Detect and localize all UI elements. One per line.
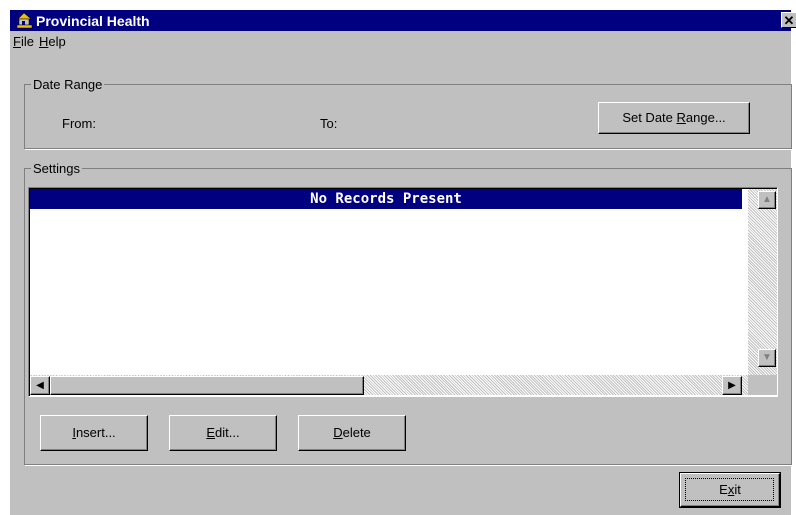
- settings-list-body: No Records Present ▲ ▼ ◀ ▶: [29, 188, 777, 396]
- to-label: To:: [320, 116, 338, 131]
- delete-button[interactable]: Delete: [298, 415, 406, 451]
- menu-help[interactable]: Help: [39, 34, 66, 49]
- delete-label: elete: [342, 425, 371, 440]
- settings-group-label: Settings: [31, 161, 82, 176]
- edit-button[interactable]: Edit...: [169, 415, 277, 451]
- window-title: Provincial Health: [36, 13, 150, 29]
- scrollbar-corner: [748, 375, 777, 395]
- set-date-range-button[interactable]: Set Date Range...: [598, 102, 750, 134]
- menu-help-accel: H: [39, 34, 49, 49]
- close-icon[interactable]: ✕: [781, 12, 796, 28]
- exit-button[interactable]: Exit: [679, 472, 781, 508]
- delete-accel: D: [333, 425, 343, 440]
- list-header: No Records Present: [30, 189, 742, 209]
- date-range-group-label: Date Range: [31, 77, 105, 92]
- title-bar[interactable]: Provincial Health ✕: [10, 10, 796, 31]
- menu-help-label: elp: [48, 34, 66, 49]
- app-icon[interactable]: [16, 12, 33, 29]
- edit-label: dit...: [215, 425, 240, 440]
- scroll-right-icon[interactable]: ▶: [722, 376, 742, 395]
- horizontal-scroll-thumb[interactable]: [50, 376, 364, 395]
- menu-file-label: ile: [20, 34, 34, 49]
- scroll-left-icon[interactable]: ◀: [30, 376, 50, 395]
- set-date-range-pre: Set Date: [622, 110, 677, 125]
- set-date-range-post: ange...: [685, 110, 726, 125]
- menu-bar: File Help: [10, 31, 791, 51]
- settings-list[interactable]: No Records Present ▲ ▼ ◀ ▶: [28, 187, 778, 397]
- set-date-range-accel: R: [676, 110, 686, 125]
- exit-focus-rect: [685, 478, 774, 501]
- scroll-down-icon[interactable]: ▼: [758, 349, 776, 367]
- horizontal-scrollbar[interactable]: ◀ ▶: [30, 375, 777, 395]
- menu-file-accel: F: [13, 34, 21, 49]
- from-label: From:: [62, 116, 96, 131]
- insert-label: nsert...: [75, 425, 116, 440]
- edit-accel: E: [206, 425, 216, 440]
- scroll-up-icon[interactable]: ▲: [758, 191, 776, 209]
- menu-file[interactable]: File: [13, 34, 34, 49]
- vertical-scrollbar[interactable]: ▲ ▼: [748, 189, 777, 375]
- insert-button[interactable]: Insert...: [40, 415, 148, 451]
